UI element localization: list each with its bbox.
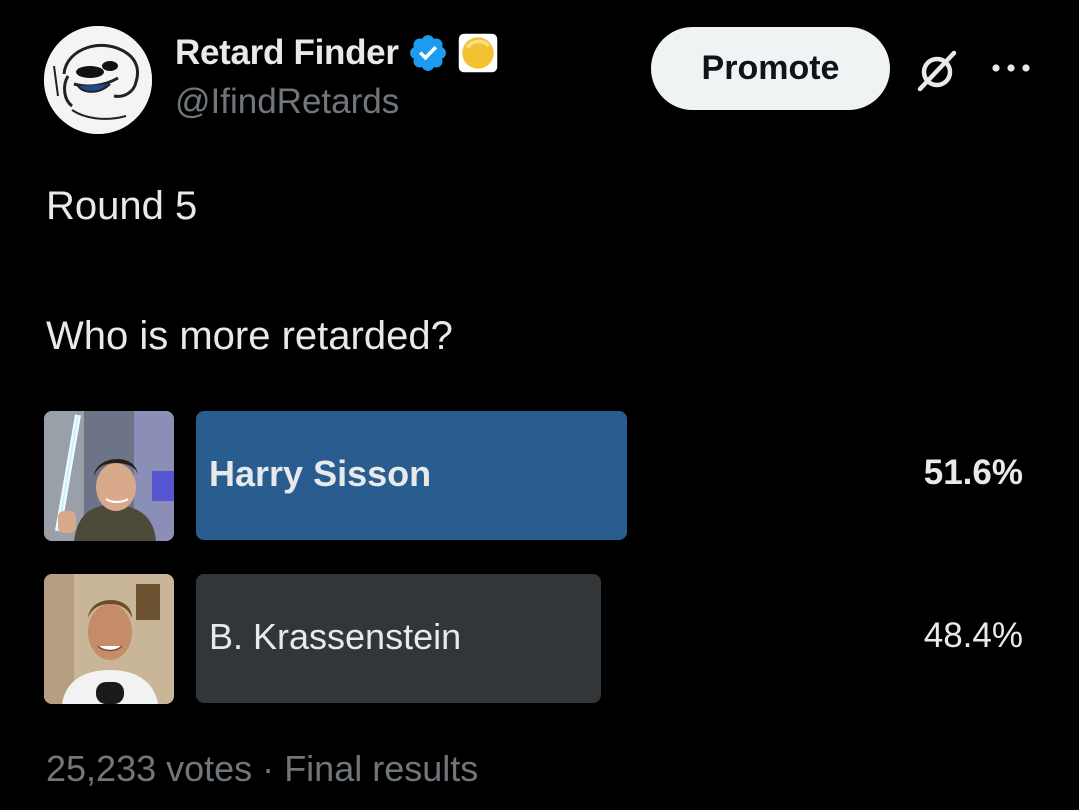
avatar[interactable]	[44, 26, 152, 134]
tweet-text-line-2: Who is more retarded?	[46, 314, 453, 358]
cartoon-face-avatar-icon	[44, 26, 152, 134]
poll-status: Final results	[284, 748, 479, 789]
poll-footer: 25,233 votes · Final results	[46, 748, 478, 790]
tweet-text-line-1: Round 5	[46, 184, 198, 228]
display-name[interactable]: Retard Finder	[175, 33, 399, 73]
poll-footer-separator: ·	[262, 748, 275, 789]
author-handle[interactable]: @IfindRetards	[175, 82, 399, 122]
affiliate-badge-icon[interactable]	[457, 32, 499, 74]
poll-vote-count: 25,233 votes	[46, 748, 253, 789]
poll-option-1-label: Harry Sisson	[209, 453, 432, 494]
poll-option-1-photo	[44, 411, 174, 541]
more-dots-icon[interactable]	[990, 56, 1032, 80]
promote-button[interactable]: Promote	[651, 27, 890, 110]
grok-icon[interactable]	[912, 46, 962, 96]
verified-badge-icon[interactable]	[407, 32, 449, 74]
poll-option-1-percent: 51.6%	[923, 453, 1023, 492]
poll-option-2-percent: 48.4%	[923, 616, 1023, 655]
author-name-row: Retard Finder	[175, 30, 499, 76]
poll-option-2-photo	[44, 574, 174, 704]
poll-option-2-label: B. Krassenstein	[209, 616, 462, 657]
